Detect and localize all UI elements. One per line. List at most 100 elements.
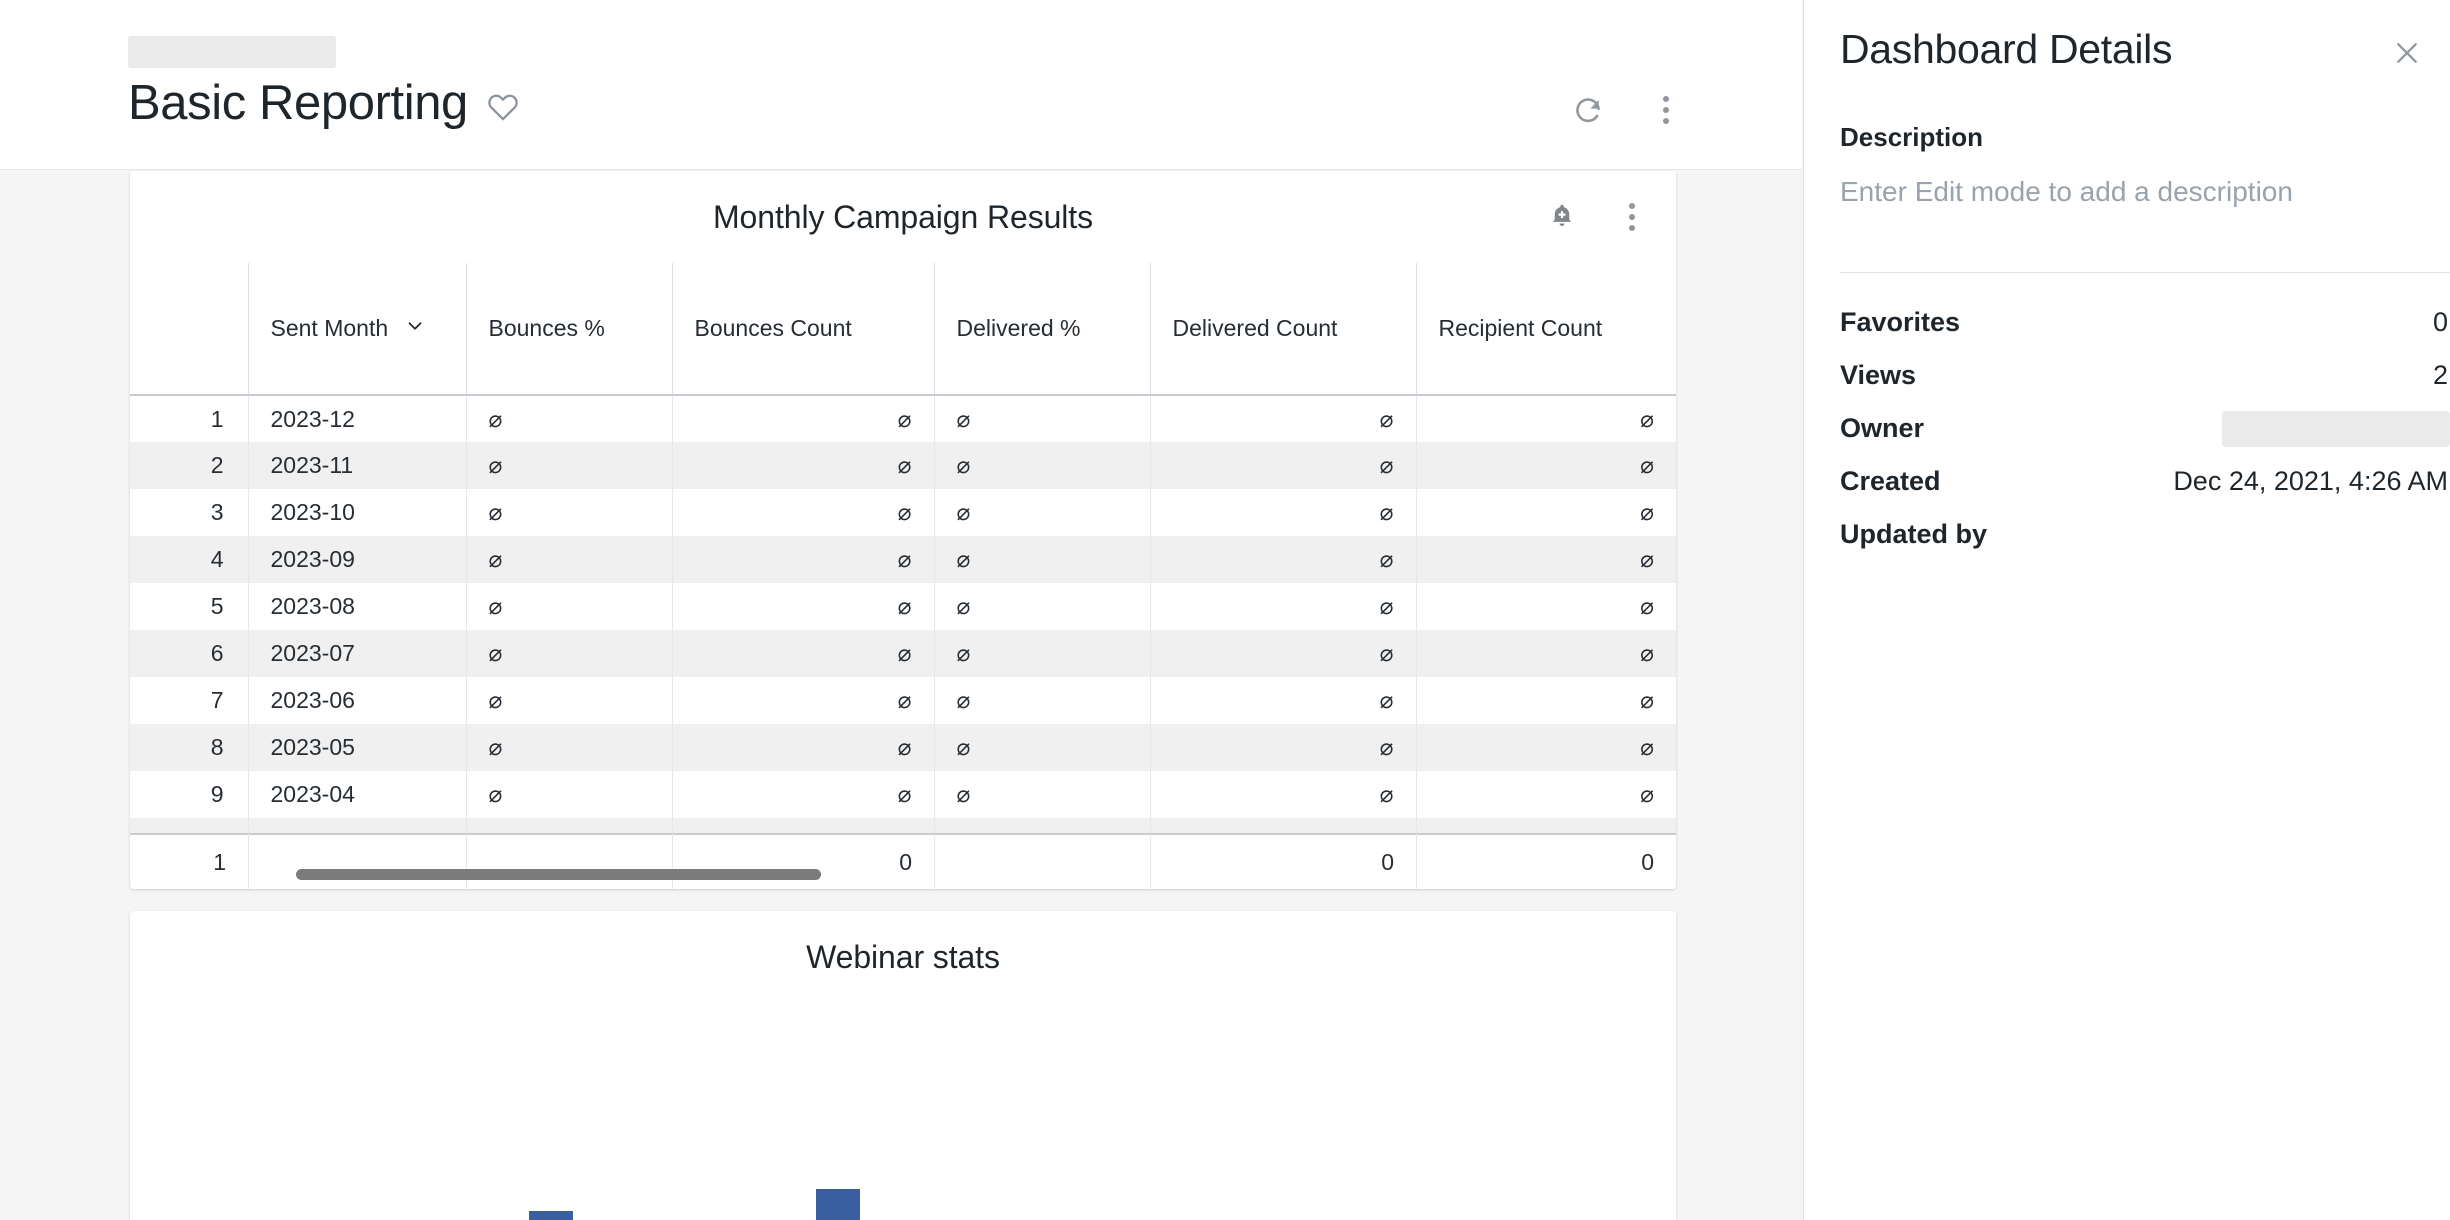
cell-recipient-count: ⌀: [1415, 583, 1676, 630]
details-meta-label: Favorites: [1840, 307, 1961, 337]
cell-recipient-count: ⌀: [1415, 630, 1676, 677]
tile-monthly-campaign-results: Monthly Campaign Results Sent Month Boun…: [130, 171, 1676, 889]
details-meta-label: Updated by: [1840, 519, 1988, 549]
table-row[interactable]: 4 2023-09 ⌀ ⌀ ⌀ ⌀ ⌀: [130, 536, 1676, 583]
column-header-delivered-pct[interactable]: Delivered %: [933, 263, 1150, 396]
table-row[interactable]: 8 2023-05 ⌀ ⌀ ⌀ ⌀ ⌀: [130, 724, 1676, 771]
table-row[interactable]: 9 2023-04 ⌀ ⌀ ⌀ ⌀ ⌀: [130, 771, 1676, 818]
details-meta-label: Views: [1840, 360, 1917, 390]
header-actions: [1570, 92, 1684, 128]
cell-bounces-count: ⌀: [671, 583, 934, 630]
breadcrumb[interactable]: [128, 36, 336, 68]
page-title: Basic Reporting: [128, 76, 468, 130]
bell-plus-icon[interactable]: [1544, 199, 1580, 235]
cell-delivered-count: ⌀: [1149, 677, 1416, 724]
details-meta-row: Views 2: [1840, 349, 2450, 402]
cell-bounces-count: ⌀: [671, 489, 934, 536]
dashboard-details-panel: Dashboard Details Description Enter Edit…: [1803, 0, 2450, 1220]
details-divider: [1840, 272, 2450, 273]
table-row[interactable]: 102023-03⌀⌀⌀⌀⌀: [130, 818, 1676, 833]
details-meta-label: Owner: [1840, 413, 1925, 443]
totals-sent-month: [248, 834, 466, 889]
details-meta-row: Created Dec 24, 2021, 4:26 AM: [1840, 455, 2450, 508]
table-row[interactable]: 3 2023-10 ⌀ ⌀ ⌀ ⌀ ⌀: [130, 489, 1676, 536]
cell-delivered-pct: ⌀: [933, 724, 1150, 771]
column-label: Sent Month: [270, 315, 389, 341]
description-placeholder: Enter Edit mode to add a description: [1840, 176, 2293, 207]
chart-area: 750500: [130, 1003, 1676, 1220]
table-row[interactable]: 2 2023-11 ⌀ ⌀ ⌀ ⌀ ⌀: [130, 442, 1676, 489]
chart-bar[interactable]: [528, 1211, 573, 1220]
dashboard-menu-icon[interactable]: [1648, 92, 1684, 128]
results-table: Sent Month Bounces % Bounces Count Deliv…: [130, 263, 1676, 833]
cell-delivered-count: ⌀: [1149, 395, 1416, 442]
close-icon[interactable]: [2388, 34, 2426, 72]
cell-delivered-pct: ⌀: [933, 583, 1150, 630]
cell-sent-month: 2023-10: [247, 489, 466, 536]
tile-actions: [1544, 199, 1650, 235]
cell-rownum: 1: [210, 405, 224, 432]
cell-delivered-count: ⌀: [1149, 771, 1416, 818]
cell-delivered-pct: ⌀: [933, 536, 1150, 583]
cell-sent-month: 2023-09: [247, 536, 466, 583]
tile-title: Monthly Campaign Results: [713, 198, 1093, 235]
table-row[interactable]: 7 2023-06 ⌀ ⌀ ⌀ ⌀ ⌀: [130, 677, 1676, 724]
details-panel-title: Dashboard Details: [1840, 26, 2173, 72]
main-region: Basic Reporting Monthly Campaign Results…: [0, 0, 1802, 1220]
column-header-sent-month[interactable]: Sent Month: [247, 263, 466, 396]
kebab-dot: [1663, 118, 1669, 124]
cell-sent-month: 2023-12: [247, 395, 466, 442]
tile-webinar-stats: Webinar stats 750500: [130, 911, 1676, 1220]
chart-tile-title: Webinar stats: [806, 938, 1000, 975]
heart-icon[interactable]: [486, 90, 520, 124]
dashboard-page: Basic Reporting Monthly Campaign Results…: [0, 0, 2450, 1220]
cell-rownum: 5: [210, 593, 224, 619]
table-row[interactable]: 1 2023-12 ⌀ ⌀ ⌀ ⌀ ⌀: [130, 395, 1676, 442]
table-wrap: Sent Month Bounces % Bounces Count Deliv…: [130, 263, 1676, 889]
cell-sent-month: 2023-08: [247, 583, 466, 630]
column-header-delivered-count[interactable]: Delivered Count: [1149, 263, 1416, 396]
chevron-down-icon[interactable]: [404, 315, 426, 343]
cell-bounces-pct: ⌀: [465, 536, 672, 583]
table-header-row: Sent Month Bounces % Bounces Count Deliv…: [130, 263, 1676, 396]
tile-menu-icon[interactable]: [1614, 199, 1650, 235]
kebab-dot: [1629, 225, 1635, 231]
refresh-icon[interactable]: [1570, 92, 1606, 128]
cell-bounces-pct: ⌀: [465, 677, 672, 724]
cell-recipient-count: ⌀: [1415, 489, 1676, 536]
column-header-recipient-count[interactable]: Recipient Count: [1415, 263, 1676, 396]
totals-delivered-pct: [934, 834, 1150, 889]
cell-bounces-count: ⌀: [671, 724, 934, 771]
details-meta-value: 0: [2432, 307, 2448, 337]
column-header-rownum: [130, 263, 248, 396]
column-header-bounces-count[interactable]: Bounces Count: [671, 263, 934, 396]
cell-rownum: 8: [130, 724, 248, 771]
cell-recipient-count: ⌀: [1415, 442, 1676, 489]
totals-bounces-pct: [466, 834, 672, 889]
table-body: 1 2023-12 ⌀ ⌀ ⌀ ⌀ ⌀ 2 2023-11 ⌀ ⌀ ⌀ ⌀ ⌀ 3 2023-10 ⌀ ⌀ ⌀ ⌀ ⌀ 4…: [130, 395, 1676, 833]
description-label: Description: [1840, 122, 1984, 152]
cell-rownum: 9: [210, 781, 224, 807]
column-header-bounces-pct[interactable]: Bounces %: [465, 263, 672, 396]
kebab-dot: [1663, 96, 1669, 102]
table-row[interactable]: 5 2023-08 ⌀ ⌀ ⌀ ⌀ ⌀: [130, 583, 1676, 630]
cell-delivered-pct: ⌀: [933, 442, 1150, 489]
table-head: Sent Month Bounces % Bounces Count Deliv…: [130, 263, 1676, 396]
cell-bounces-count: ⌀: [671, 677, 934, 724]
bar-chart-plot[interactable]: 750500: [130, 1003, 1676, 1220]
cell-bounces-count: ⌀: [671, 771, 934, 818]
kebab-dot: [1663, 107, 1669, 113]
table-row[interactable]: 6 2023-07 ⌀ ⌀ ⌀ ⌀ ⌀: [130, 630, 1676, 677]
cell-bounces-count: ⌀: [671, 442, 934, 489]
cell-bounces-count: ⌀: [671, 536, 934, 583]
cell-sent-month: 2023-06: [247, 677, 466, 724]
horizontal-scrollbar[interactable]: [296, 869, 821, 880]
table-scroll-region[interactable]: Sent Month Bounces % Bounces Count Deliv…: [130, 263, 1676, 833]
chart-bar[interactable]: [815, 1188, 860, 1220]
details-panel-header: Dashboard Details: [1840, 26, 2426, 73]
title-row: Basic Reporting: [128, 76, 520, 130]
cell-delivered-pct: ⌀: [933, 677, 1150, 724]
cell-bounces-pct: ⌀: [465, 818, 672, 833]
details-meta-row: Favorites 0: [1840, 296, 2450, 349]
dashboard-canvas: Monthly Campaign Results Sent Month Boun…: [0, 171, 1802, 1220]
